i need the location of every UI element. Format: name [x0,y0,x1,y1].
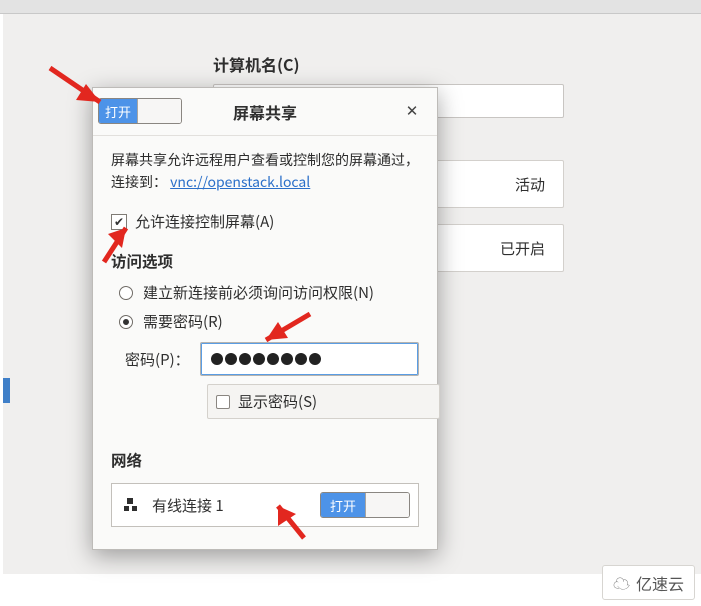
wired-network-icon [124,498,138,512]
radio-ask-row[interactable]: 建立新连接前必须询问访问权限(N) [119,282,419,303]
pw-mask-dot [253,353,265,365]
network-connection-name: 有线连接 1 [152,495,306,516]
dialog-body: 屏幕共享允许远程用户查看或控制您的屏幕通过，连接到： vnc://opensta… [93,136,437,549]
password-row: 密码(P)： [125,342,419,376]
dialog-title: 屏幕共享 [233,100,297,124]
computer-name-label: 计算机名(C) [213,52,300,76]
cloud-icon: ☁ [613,570,630,595]
dialog-header: 打开 屏幕共享 ✕ [93,88,437,136]
show-password-label: 显示密码(S) [238,391,317,412]
pw-mask-dot [225,353,237,365]
service-row-1-status: 活动 [515,174,545,195]
close-icon[interactable]: ✕ [401,100,423,121]
pw-mask-dot [239,353,251,365]
pw-mask-dot [211,353,223,365]
show-password-row[interactable]: 显示密码(S) [207,384,440,419]
password-label: 密码(P)： [125,349,190,370]
network-heading: 网络 [111,449,419,471]
pw-mask-dot [281,353,293,365]
sidebar-selection-marker [3,378,10,403]
allow-control-row[interactable]: ✔ 允许连接控制屏幕(A) [111,211,419,232]
network-connection-row: 有线连接 1 打开 [111,483,419,527]
switch-on-label: 打开 [321,493,365,517]
window-topbar [0,0,701,14]
pw-mask-dot [309,353,321,365]
watermark-brand: ☁ 亿速云 [602,565,695,600]
radio-password-label: 需要密码(R) [143,311,223,332]
radio-ask-label: 建立新连接前必须询问访问权限(N) [143,282,374,303]
radio-password[interactable] [119,315,133,329]
password-input[interactable] [200,342,419,376]
service-row-2-status: 已开启 [500,238,545,259]
access-options-heading: 访问选项 [111,250,419,272]
radio-password-row[interactable]: 需要密码(R) [119,311,419,332]
pw-mask-dot [295,353,307,365]
network-connection-switch[interactable]: 打开 [320,492,410,518]
show-password-checkbox[interactable] [216,395,230,409]
dialog-description: 屏幕共享允许远程用户查看或控制您的屏幕通过，连接到： vnc://opensta… [111,150,419,193]
pw-mask-dot [267,353,279,365]
allow-control-label: 允许连接控制屏幕(A) [135,211,274,232]
vnc-link[interactable]: vnc://openstack.local [170,172,310,192]
screen-share-dialog: 打开 屏幕共享 ✕ 屏幕共享允许远程用户查看或控制您的屏幕通过，连接到： vnc… [92,87,438,550]
switch-on-label: 打开 [99,99,137,123]
radio-ask[interactable] [119,286,133,300]
screen-share-master-switch[interactable]: 打开 [98,98,182,124]
allow-control-checkbox[interactable]: ✔ [111,214,127,230]
brand-text: 亿速云 [636,571,684,595]
switch-knob [137,99,181,123]
switch-knob [365,493,409,517]
